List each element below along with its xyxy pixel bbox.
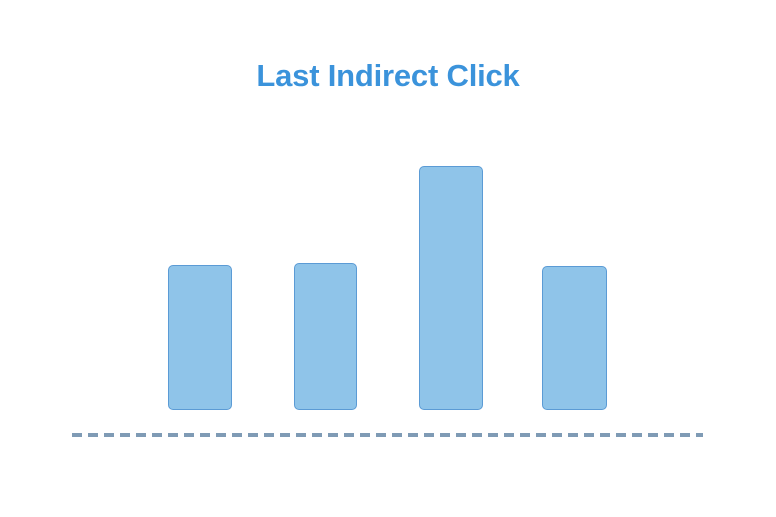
plot-area bbox=[0, 0, 776, 517]
bar-3[interactable] bbox=[419, 166, 483, 410]
baseline-axis bbox=[72, 433, 703, 437]
bar-2[interactable] bbox=[294, 263, 357, 410]
bar-4[interactable] bbox=[542, 266, 607, 410]
bar-1[interactable] bbox=[168, 265, 232, 410]
chart-canvas: Last Indirect Click bbox=[0, 0, 776, 517]
